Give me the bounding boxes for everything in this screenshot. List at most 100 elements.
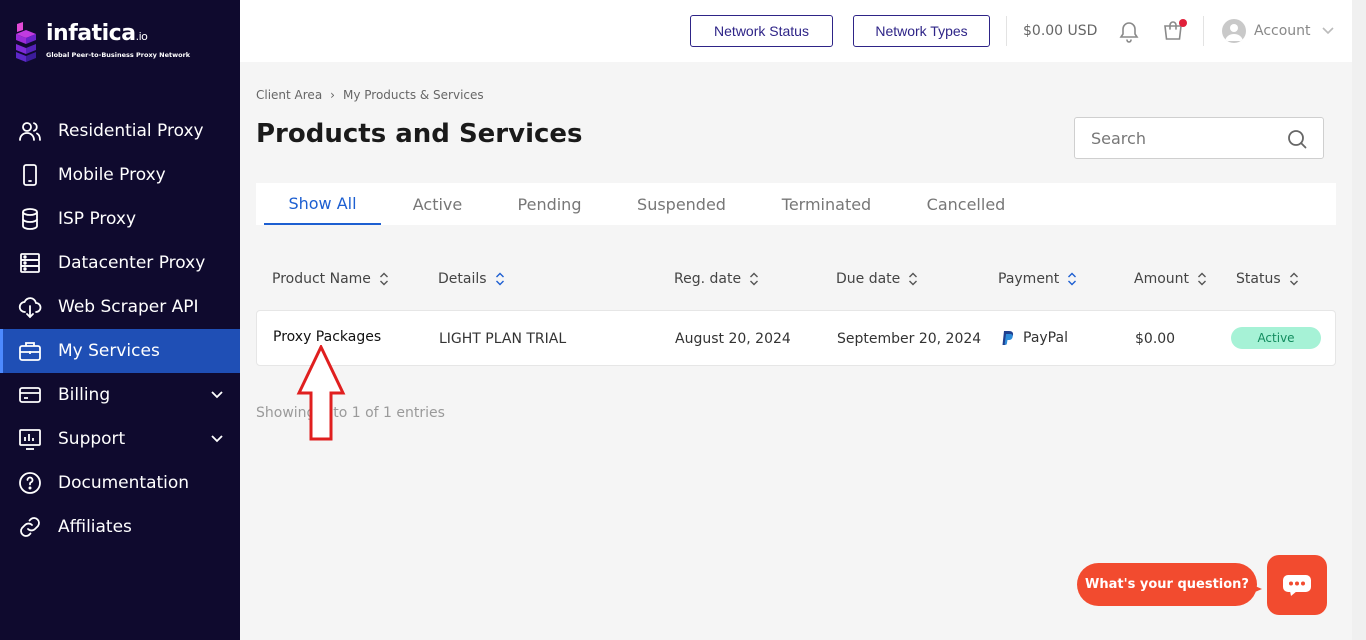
status-badge: Active [1231, 327, 1321, 349]
page-title: Products and Services [256, 119, 583, 149]
table-row[interactable]: Proxy Packages LIGHT PLAN TRIAL August 2… [256, 310, 1336, 366]
sidebar-item-datacenter-proxy[interactable]: Datacenter Proxy [0, 241, 240, 285]
top-bar: Network Status Network Types $0.00 USD A… [240, 0, 1352, 62]
status-tabs: Show All Active Pending Suspended Termin… [256, 183, 1336, 225]
users-icon [18, 119, 42, 143]
sidebar-item-label: Datacenter Proxy [58, 253, 206, 273]
bell-icon[interactable] [1117, 19, 1141, 43]
sidebar-item-label: My Services [58, 341, 160, 361]
sidebar: infatica.io Global Peer-to-Business Prox… [0, 0, 240, 640]
chat-icon [1283, 575, 1311, 596]
account-balance: $0.00 USD [1023, 23, 1098, 39]
sidebar-item-isp-proxy[interactable]: ISP Proxy [0, 197, 240, 241]
tab-terminated[interactable]: Terminated [770, 183, 883, 225]
sidebar-item-web-scraper-api[interactable]: Web Scraper API [0, 285, 240, 329]
tab-show-all[interactable]: Show All [264, 183, 381, 225]
sidebar-item-mobile-proxy[interactable]: Mobile Proxy [0, 153, 240, 197]
sidebar-item-support[interactable]: Support [0, 417, 240, 461]
mobile-icon [18, 163, 42, 187]
sidebar-item-label: Billing [58, 385, 111, 405]
amount-cell: $0.00 [1135, 331, 1176, 347]
chat-prompt-tail [1248, 583, 1262, 595]
brand-suffix: .io [135, 30, 148, 43]
sort-icon [1289, 272, 1298, 286]
paypal-icon [1002, 331, 1014, 345]
sidebar-item-label: Mobile Proxy [58, 165, 166, 185]
column-header-due-date[interactable]: Due date [836, 271, 918, 287]
header-label: Due date [836, 271, 901, 287]
sidebar-item-label: Residential Proxy [58, 121, 204, 141]
annotation-arrow-icon [296, 345, 346, 441]
divider [1006, 16, 1007, 46]
database-icon [18, 207, 42, 231]
header-label: Details [438, 271, 487, 287]
network-types-button[interactable]: Network Types [853, 15, 990, 47]
chevron-down-icon[interactable] [210, 431, 224, 445]
sidebar-item-residential-proxy[interactable]: Residential Proxy [0, 109, 240, 153]
column-header-status[interactable]: Status [1236, 271, 1299, 287]
account-menu[interactable]: Account [1222, 19, 1335, 43]
sort-icon [750, 272, 759, 286]
briefcase-icon [18, 339, 42, 363]
search-icon[interactable] [1287, 129, 1307, 149]
divider [1203, 16, 1204, 46]
breadcrumb-separator: › [330, 88, 335, 102]
sort-icon [379, 272, 388, 286]
infatica-logo[interactable]: infatica.io Global Peer-to-Business Prox… [14, 22, 190, 62]
network-status-button[interactable]: Network Status [690, 15, 833, 47]
sidebar-item-label: ISP Proxy [58, 209, 137, 229]
server-icon [18, 251, 42, 275]
search-input[interactable] [1091, 118, 1281, 158]
brand-tagline: Global Peer-to-Business Proxy Network [46, 51, 191, 59]
header-label: Payment [998, 271, 1060, 287]
due-date-cell: September 20, 2024 [837, 331, 982, 347]
header-label: Product Name [272, 271, 371, 287]
sidebar-item-label: Documentation [58, 473, 190, 493]
column-header-reg-date[interactable]: Reg. date [674, 271, 759, 287]
support-chart-icon [18, 427, 42, 451]
sidebar-item-billing[interactable]: Billing [0, 373, 240, 417]
link-icon [18, 515, 42, 539]
cloud-download-icon [18, 295, 42, 319]
payment-cell: PayPal [1001, 330, 1068, 346]
entries-info: Showing 1 to 1 of 1 entries [256, 405, 445, 421]
payment-method: PayPal [1023, 330, 1068, 346]
sidebar-item-my-services[interactable]: My Services [0, 329, 240, 373]
sort-icon [495, 272, 504, 286]
reg-date-cell: August 20, 2024 [675, 331, 791, 347]
credit-card-icon [18, 383, 42, 407]
sidebar-item-label: Affiliates [58, 517, 132, 537]
sidebar-item-label: Support [58, 429, 126, 449]
sidebar-item-documentation[interactable]: Documentation [0, 461, 240, 505]
header-label: Status [1236, 271, 1281, 287]
sort-icon [1068, 272, 1077, 286]
breadcrumb-current: My Products & Services [342, 88, 484, 102]
brand-name: infatica [46, 21, 136, 46]
chevron-down-icon [1321, 24, 1335, 38]
details-cell: LIGHT PLAN TRIAL [439, 331, 567, 347]
breadcrumb-client-area[interactable]: Client Area [256, 88, 322, 102]
tab-pending[interactable]: Pending [506, 183, 593, 225]
sidebar-item-affiliates[interactable]: Affiliates [0, 505, 240, 549]
tab-suspended[interactable]: Suspended [626, 183, 737, 225]
breadcrumb: Client Area › My Products & Services [256, 88, 484, 102]
help-circle-icon [18, 471, 42, 495]
column-header-payment[interactable]: Payment [998, 271, 1077, 287]
header-label: Amount [1134, 271, 1190, 287]
tab-cancelled[interactable]: Cancelled [916, 183, 1016, 225]
chat-prompt[interactable]: What's your question? [1077, 563, 1257, 606]
chat-button[interactable] [1267, 555, 1327, 615]
avatar-icon [1222, 19, 1246, 43]
scrollbar[interactable] [1352, 0, 1366, 640]
sidebar-item-label: Web Scraper API [58, 297, 199, 317]
column-header-amount[interactable]: Amount [1134, 271, 1207, 287]
product-name-cell[interactable]: Proxy Packages [273, 329, 381, 345]
account-label: Account [1254, 23, 1311, 39]
tab-active[interactable]: Active [401, 183, 474, 225]
chevron-down-icon[interactable] [210, 387, 224, 401]
header-label: Reg. date [674, 271, 742, 287]
column-header-product-name[interactable]: Product Name [272, 271, 389, 287]
column-header-details[interactable]: Details [438, 271, 505, 287]
cart-notification-dot [1179, 19, 1187, 27]
sort-icon [1198, 272, 1207, 286]
